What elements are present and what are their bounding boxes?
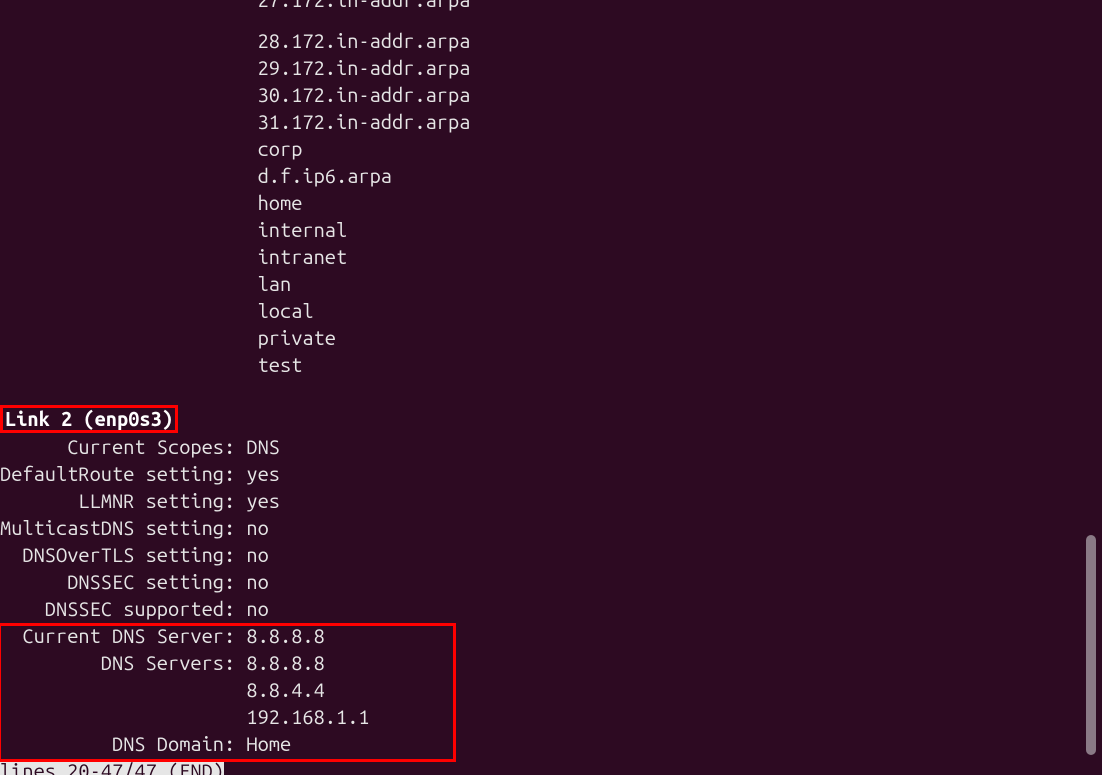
link-title: Link 2 (enp0s3) (0, 405, 178, 433)
scrollbar-thumb[interactable] (1086, 535, 1096, 755)
domain-entry: 31.172.in-addr.arpa (0, 110, 470, 133)
domain-entry: home (0, 191, 302, 214)
link-row-label: DNS Servers: (0, 651, 235, 674)
domain-entry: lan (0, 272, 291, 295)
link-row-label: Current DNS Server: (0, 624, 235, 647)
domain-entry: 28.172.in-addr.arpa (0, 29, 470, 52)
link-row-value: yes (246, 489, 280, 512)
domain-entry: d.f.ip6.arpa (0, 164, 392, 187)
link-row: DefaultRoute setting: yes (0, 462, 280, 485)
terminal-output[interactable]: 27.172.in-addr.arpa 28.172.in-addr.arpa … (0, 0, 1102, 775)
domain-entry: local (0, 299, 314, 322)
link-row-label: DNSSEC setting: (0, 570, 235, 593)
link-row: DNSOverTLS setting: no (0, 543, 269, 566)
link-row: Current DNS Server: 8.8.8.8 (0, 624, 325, 647)
link-row-value: no (246, 543, 268, 566)
link-row: DNSSEC supported: no (0, 597, 269, 620)
domain-truncated: 27.172.in-addr.arpa (0, 0, 470, 11)
link-row-label: DNSSEC supported: (0, 597, 235, 620)
link-row: DNSSEC setting: no (0, 570, 269, 593)
link-row-value: yes (246, 462, 280, 485)
link-row: MulticastDNS setting: no (0, 516, 269, 539)
link-row: LLMNR setting: yes (0, 489, 280, 512)
scrollbar-track (1086, 0, 1096, 775)
link-row: DNS Domain: Home (0, 732, 291, 755)
link-row-value: no (246, 516, 268, 539)
link-row-label: Current Scopes: (0, 435, 235, 458)
link-row-label (0, 678, 235, 701)
link-row-label: DNS Domain: (0, 732, 235, 755)
link-row: Current Scopes: DNS (0, 435, 280, 458)
link-row: 192.168.1.1 (0, 705, 370, 728)
domain-entry: internal (0, 218, 347, 241)
link-row-value: 192.168.1.1 (246, 705, 369, 728)
link-row-value: 8.8.8.8 (246, 651, 324, 674)
link-row: 8.8.4.4 (0, 678, 325, 701)
link-row-value: 8.8.4.4 (246, 678, 324, 701)
pager-status: lines 20-47/47 (END) (0, 759, 224, 775)
link-row-value: no (246, 597, 268, 620)
domain-entry: corp (0, 137, 302, 160)
domain-entry: private (0, 326, 336, 349)
link-row-label (0, 705, 235, 728)
link-row: DNS Servers: 8.8.8.8 (0, 651, 325, 674)
link-row-label: DefaultRoute setting: (0, 462, 235, 485)
link-row-label: MulticastDNS setting: (0, 516, 235, 539)
domain-entry: test (0, 353, 302, 376)
domain-entry: 29.172.in-addr.arpa (0, 56, 470, 79)
link-row-value: DNS (246, 435, 280, 458)
domain-entry: intranet (0, 245, 347, 268)
link-row-value: Home (246, 732, 291, 755)
link-row-label: LLMNR setting: (0, 489, 235, 512)
link-row-label: DNSOverTLS setting: (0, 543, 235, 566)
link-row-value: no (246, 570, 268, 593)
domain-entry: 30.172.in-addr.arpa (0, 83, 470, 106)
link-row-value: 8.8.8.8 (246, 624, 324, 647)
